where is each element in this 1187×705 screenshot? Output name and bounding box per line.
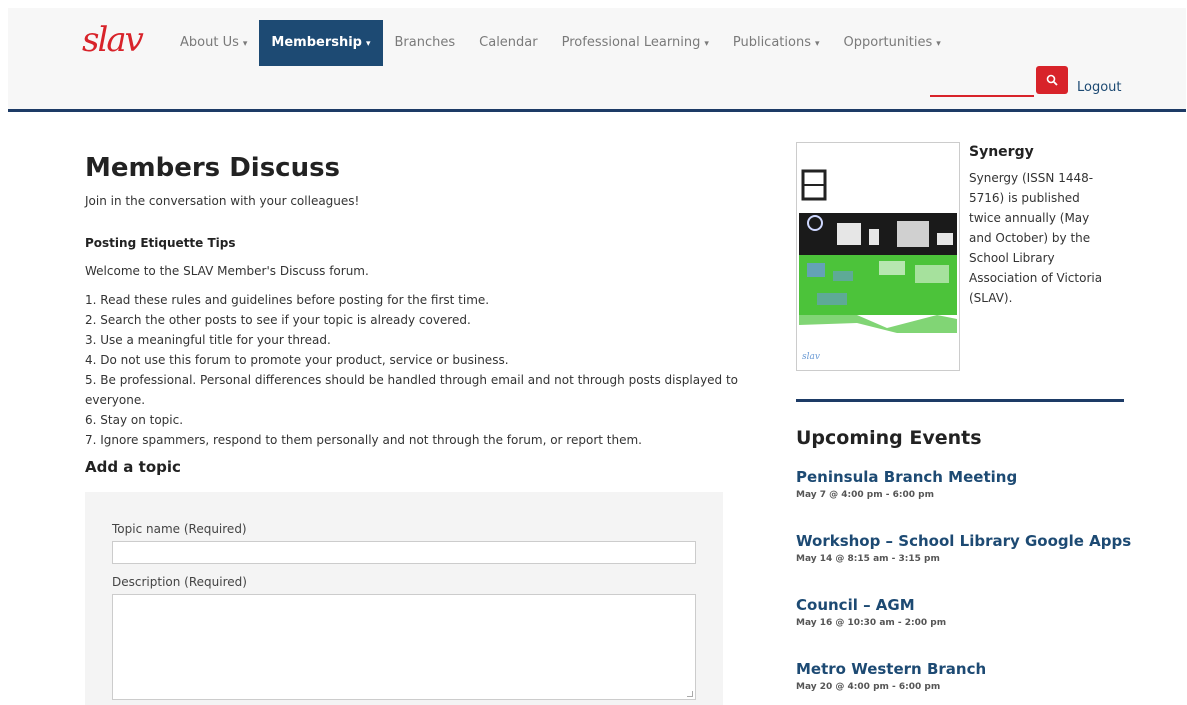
event-title-link[interactable]: Workshop – School Library Google Apps — [796, 532, 1131, 550]
search-input[interactable] — [930, 95, 1034, 97]
nav-item-label: Calendar — [479, 35, 538, 50]
add-topic-heading: Add a topic — [85, 458, 181, 476]
chevron-down-icon: ▾ — [814, 39, 820, 49]
nav-item-calendar[interactable]: Calendar — [467, 20, 549, 66]
nav-item-publications[interactable]: Publications ▾ — [721, 20, 832, 66]
tips-heading: Posting Etiquette Tips — [85, 236, 236, 250]
nav-item-branches[interactable]: Branches — [383, 20, 468, 66]
chevron-down-icon: ▾ — [365, 39, 371, 49]
nav-item-label: Publications — [732, 35, 811, 50]
event-item: Peninsula Branch Meeting May 7 @ 4:00 pm… — [796, 468, 1017, 500]
description-label: Description (Required) — [112, 575, 247, 589]
chevron-down-icon: ▾ — [936, 39, 941, 49]
nav-item-opportunities[interactable]: Opportunities ▾ — [832, 20, 953, 66]
nav-item-about-us[interactable]: About Us ▾ — [168, 20, 259, 66]
nav-item-label: Opportunities — [843, 35, 933, 50]
event-date: May 14 @ 8:15 am - 3:15 pm — [796, 554, 940, 564]
event-date: May 20 @ 4:00 pm - 6:00 pm — [796, 682, 941, 692]
rules-list: 1. Read these rules and guidelines befor… — [85, 290, 765, 450]
synergy-cover-art — [797, 143, 959, 370]
slav-logo[interactable]: slav — [82, 20, 152, 60]
event-title-link[interactable]: Council – AGM — [796, 596, 946, 614]
event-item: Metro Western Branch May 20 @ 4:00 pm - … — [796, 660, 986, 692]
rule-item: 5. Be professional. Personal differences… — [85, 373, 739, 407]
synergy-title: Synergy — [969, 144, 1034, 160]
logout-link[interactable]: Logout — [1077, 80, 1122, 95]
nav-item-label: Professional Learning — [561, 35, 701, 50]
event-title-link[interactable]: Metro Western Branch — [796, 660, 986, 678]
rule-item: 1. Read these rules and guidelines befor… — [85, 293, 490, 307]
add-topic-form: Topic name (Required) Description (Requi… — [85, 492, 723, 705]
description-textarea[interactable] — [112, 594, 696, 700]
rule-item: 7. Ignore spammers, respond to them pers… — [85, 433, 642, 447]
chevron-down-icon: ▾ — [242, 39, 248, 49]
topic-name-label: Topic name (Required) — [112, 522, 247, 536]
sidebar-divider — [796, 399, 1124, 402]
cover-slav-label: slav — [802, 352, 820, 362]
rule-item: 4. Do not use this forum to promote your… — [85, 353, 509, 367]
welcome-text: Welcome to the SLAV Member's Discuss for… — [85, 264, 369, 278]
search-button[interactable] — [1036, 66, 1068, 94]
nav-item-label: Membership — [271, 35, 362, 50]
main-nav: About Us ▾ Membership ▾ Branches Calendar Prof… — [168, 20, 953, 66]
intro-text: Join in the conversation with your colle… — [85, 194, 360, 208]
synergy-description: Synergy (ISSN 1448-5716) is published tw… — [969, 171, 1103, 305]
logo-text: slav — [82, 20, 144, 60]
nav-item-professional-learning[interactable]: Professional Learning ▾ — [550, 20, 721, 66]
nav-item-membership[interactable]: Membership ▾ — [259, 20, 383, 66]
main-content: Members Discuss Join in the conversation… — [85, 150, 765, 478]
rule-item: 2. Search the other posts to see if your… — [85, 313, 471, 327]
topic-name-input[interactable] — [112, 541, 696, 564]
event-title-link[interactable]: Peninsula Branch Meeting — [796, 468, 1017, 486]
event-item: Workshop – School Library Google Apps Ma… — [796, 532, 1131, 564]
chevron-down-icon: ▾ — [704, 39, 709, 49]
resize-handle-icon[interactable] — [687, 691, 693, 697]
event-date: May 7 @ 4:00 pm - 6:00 pm — [796, 490, 934, 500]
rule-item: 3. Use a meaningful title for your threa… — [85, 333, 331, 347]
synergy-cover-image[interactable]: slav — [796, 142, 960, 371]
rule-item: 6. Stay on topic. — [85, 413, 184, 427]
nav-item-label: Branches — [394, 35, 456, 50]
page-title: Members Discuss — [85, 153, 341, 183]
event-item: Council – AGM May 16 @ 10:30 am - 2:00 p… — [796, 596, 946, 628]
nav-item-label: About Us — [180, 35, 239, 50]
search-icon — [1046, 74, 1058, 86]
event-date: May 16 @ 10:30 am - 2:00 pm — [796, 618, 947, 628]
site-header: slav About Us ▾ Membership ▾ Branches Calenda… — [8, 8, 1186, 112]
upcoming-events-heading: Upcoming Events — [796, 427, 982, 449]
